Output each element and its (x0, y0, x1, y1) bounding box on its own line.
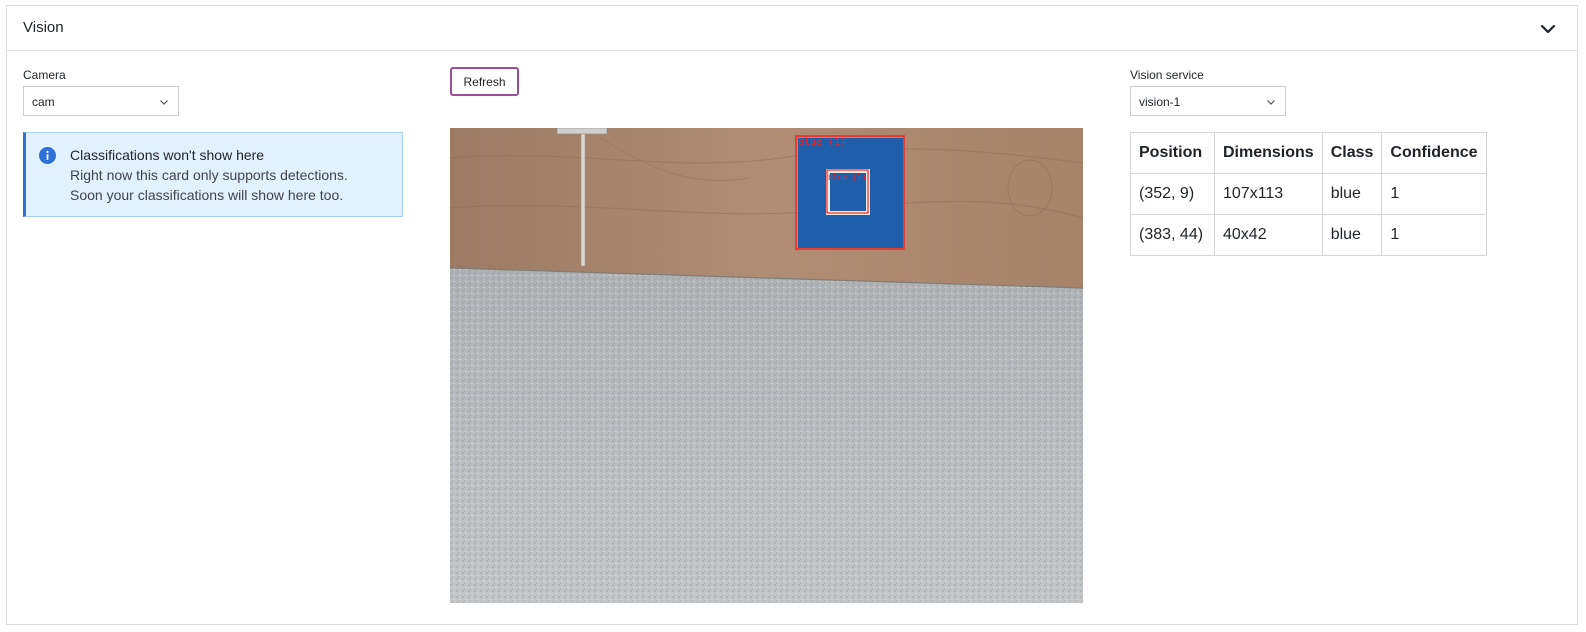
vision-card: Vision Camera cam Classifications won't … (6, 5, 1578, 625)
detections-table: Position Dimensions Class Confidence (35… (1130, 132, 1487, 256)
camera-label: Camera (23, 68, 66, 82)
vision-service-select[interactable]: vision-1 (1130, 86, 1286, 116)
notice-title: Classifications won't show here (70, 147, 265, 163)
camera-feed-image: blue (1) blue (1) (450, 128, 1083, 603)
cell-class: blue (1321, 173, 1383, 215)
cell-position: (352, 9) (1130, 173, 1215, 215)
vision-service-select-value: vision-1 (1139, 95, 1181, 109)
cell-position: (383, 44) (1130, 214, 1215, 256)
column-header-class: Class (1321, 132, 1383, 174)
cell-confidence: 1 (1381, 214, 1487, 256)
column-header-dimensions: Dimensions (1214, 132, 1323, 174)
table-row: (352, 9) 107x113 blue 1 (1130, 173, 1487, 215)
camera-select-value: cam (32, 95, 55, 109)
column-header-position: Position (1130, 132, 1215, 174)
card-title: Vision (23, 19, 64, 36)
chevron-down-icon[interactable] (1537, 18, 1559, 40)
notice-line: Soon your classifications will show here… (70, 187, 344, 203)
table-row: (383, 44) 40x42 blue 1 (1130, 214, 1487, 256)
card-header[interactable]: Vision (7, 6, 1577, 51)
refresh-button[interactable]: Refresh (450, 67, 519, 96)
cell-dimensions: 40x42 (1214, 214, 1323, 256)
camera-select[interactable]: cam (23, 86, 179, 116)
detection-label: blue (1) (798, 137, 846, 148)
cell-class: blue (1321, 214, 1383, 256)
chevron-down-icon (1265, 96, 1277, 108)
cell-dimensions: 107x113 (1214, 173, 1323, 215)
info-icon (39, 147, 56, 164)
detection-label: blue (1) (828, 173, 867, 182)
chevron-down-icon (158, 96, 170, 108)
cell-confidence: 1 (1381, 173, 1487, 215)
column-header-confidence: Confidence (1381, 132, 1487, 174)
table-header-row: Position Dimensions Class Confidence (1130, 132, 1487, 174)
notice-line: Right now this card only supports detect… (70, 167, 348, 183)
vision-service-label: Vision service (1130, 68, 1204, 82)
info-notice: Classifications won't show here Right no… (23, 132, 403, 217)
